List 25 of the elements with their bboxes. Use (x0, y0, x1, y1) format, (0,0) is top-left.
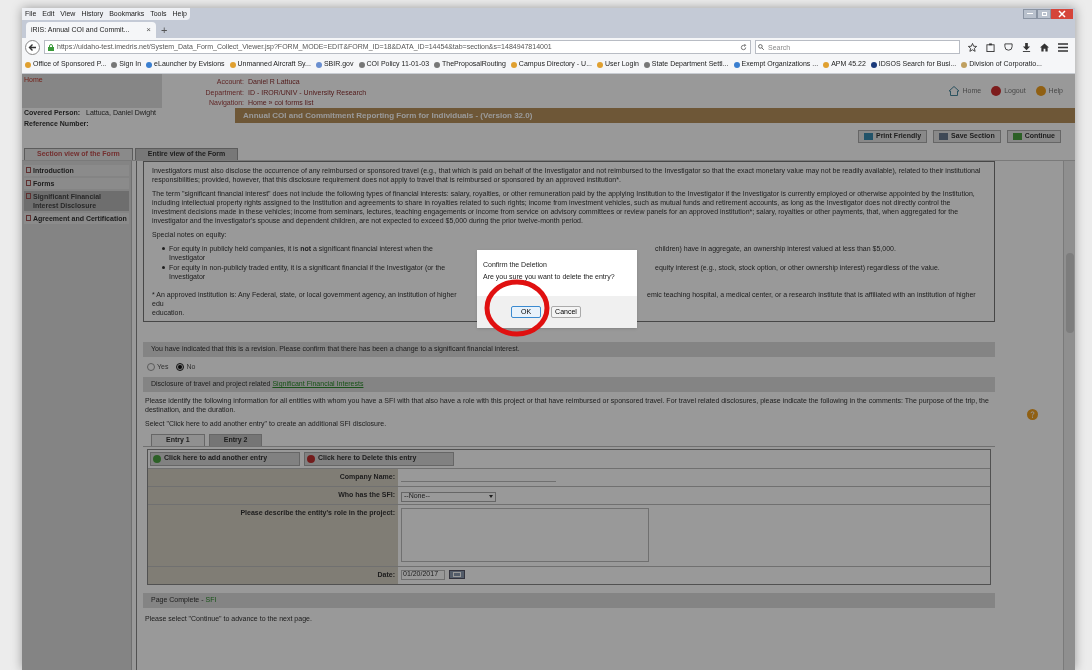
new-tab-button[interactable]: + (158, 22, 171, 38)
radio-button[interactable] (147, 363, 155, 371)
scrollbar[interactable] (1063, 161, 1075, 670)
download-icon[interactable] (1022, 42, 1031, 52)
circle-annotation (484, 279, 550, 337)
form-title-banner: Annual COI and Commitment Reporting Form for Individuals - (Version 32.0) (235, 108, 1075, 123)
tab-close-button[interactable]: × (146, 24, 151, 36)
maximize-button[interactable] (1037, 8, 1051, 19)
star-icon[interactable] (968, 42, 977, 52)
reload-icon[interactable] (740, 43, 747, 51)
lock-icon (48, 43, 54, 51)
clipboard-icon[interactable] (986, 42, 995, 52)
search-icon (758, 44, 764, 50)
home-icon (949, 86, 960, 97)
minimize-button[interactable] (1023, 8, 1037, 19)
calendar-icon (453, 571, 461, 577)
menu-icon[interactable] (1058, 42, 1068, 52)
bullet-icon (162, 266, 165, 269)
shield-icon[interactable] (1004, 42, 1013, 52)
close-button[interactable] (1051, 8, 1073, 19)
home-icon[interactable] (1040, 42, 1049, 52)
bullet-icon (162, 247, 165, 250)
calendar-button[interactable] (449, 569, 465, 579)
back-button[interactable] (25, 39, 40, 55)
radio-button[interactable] (176, 363, 185, 371)
